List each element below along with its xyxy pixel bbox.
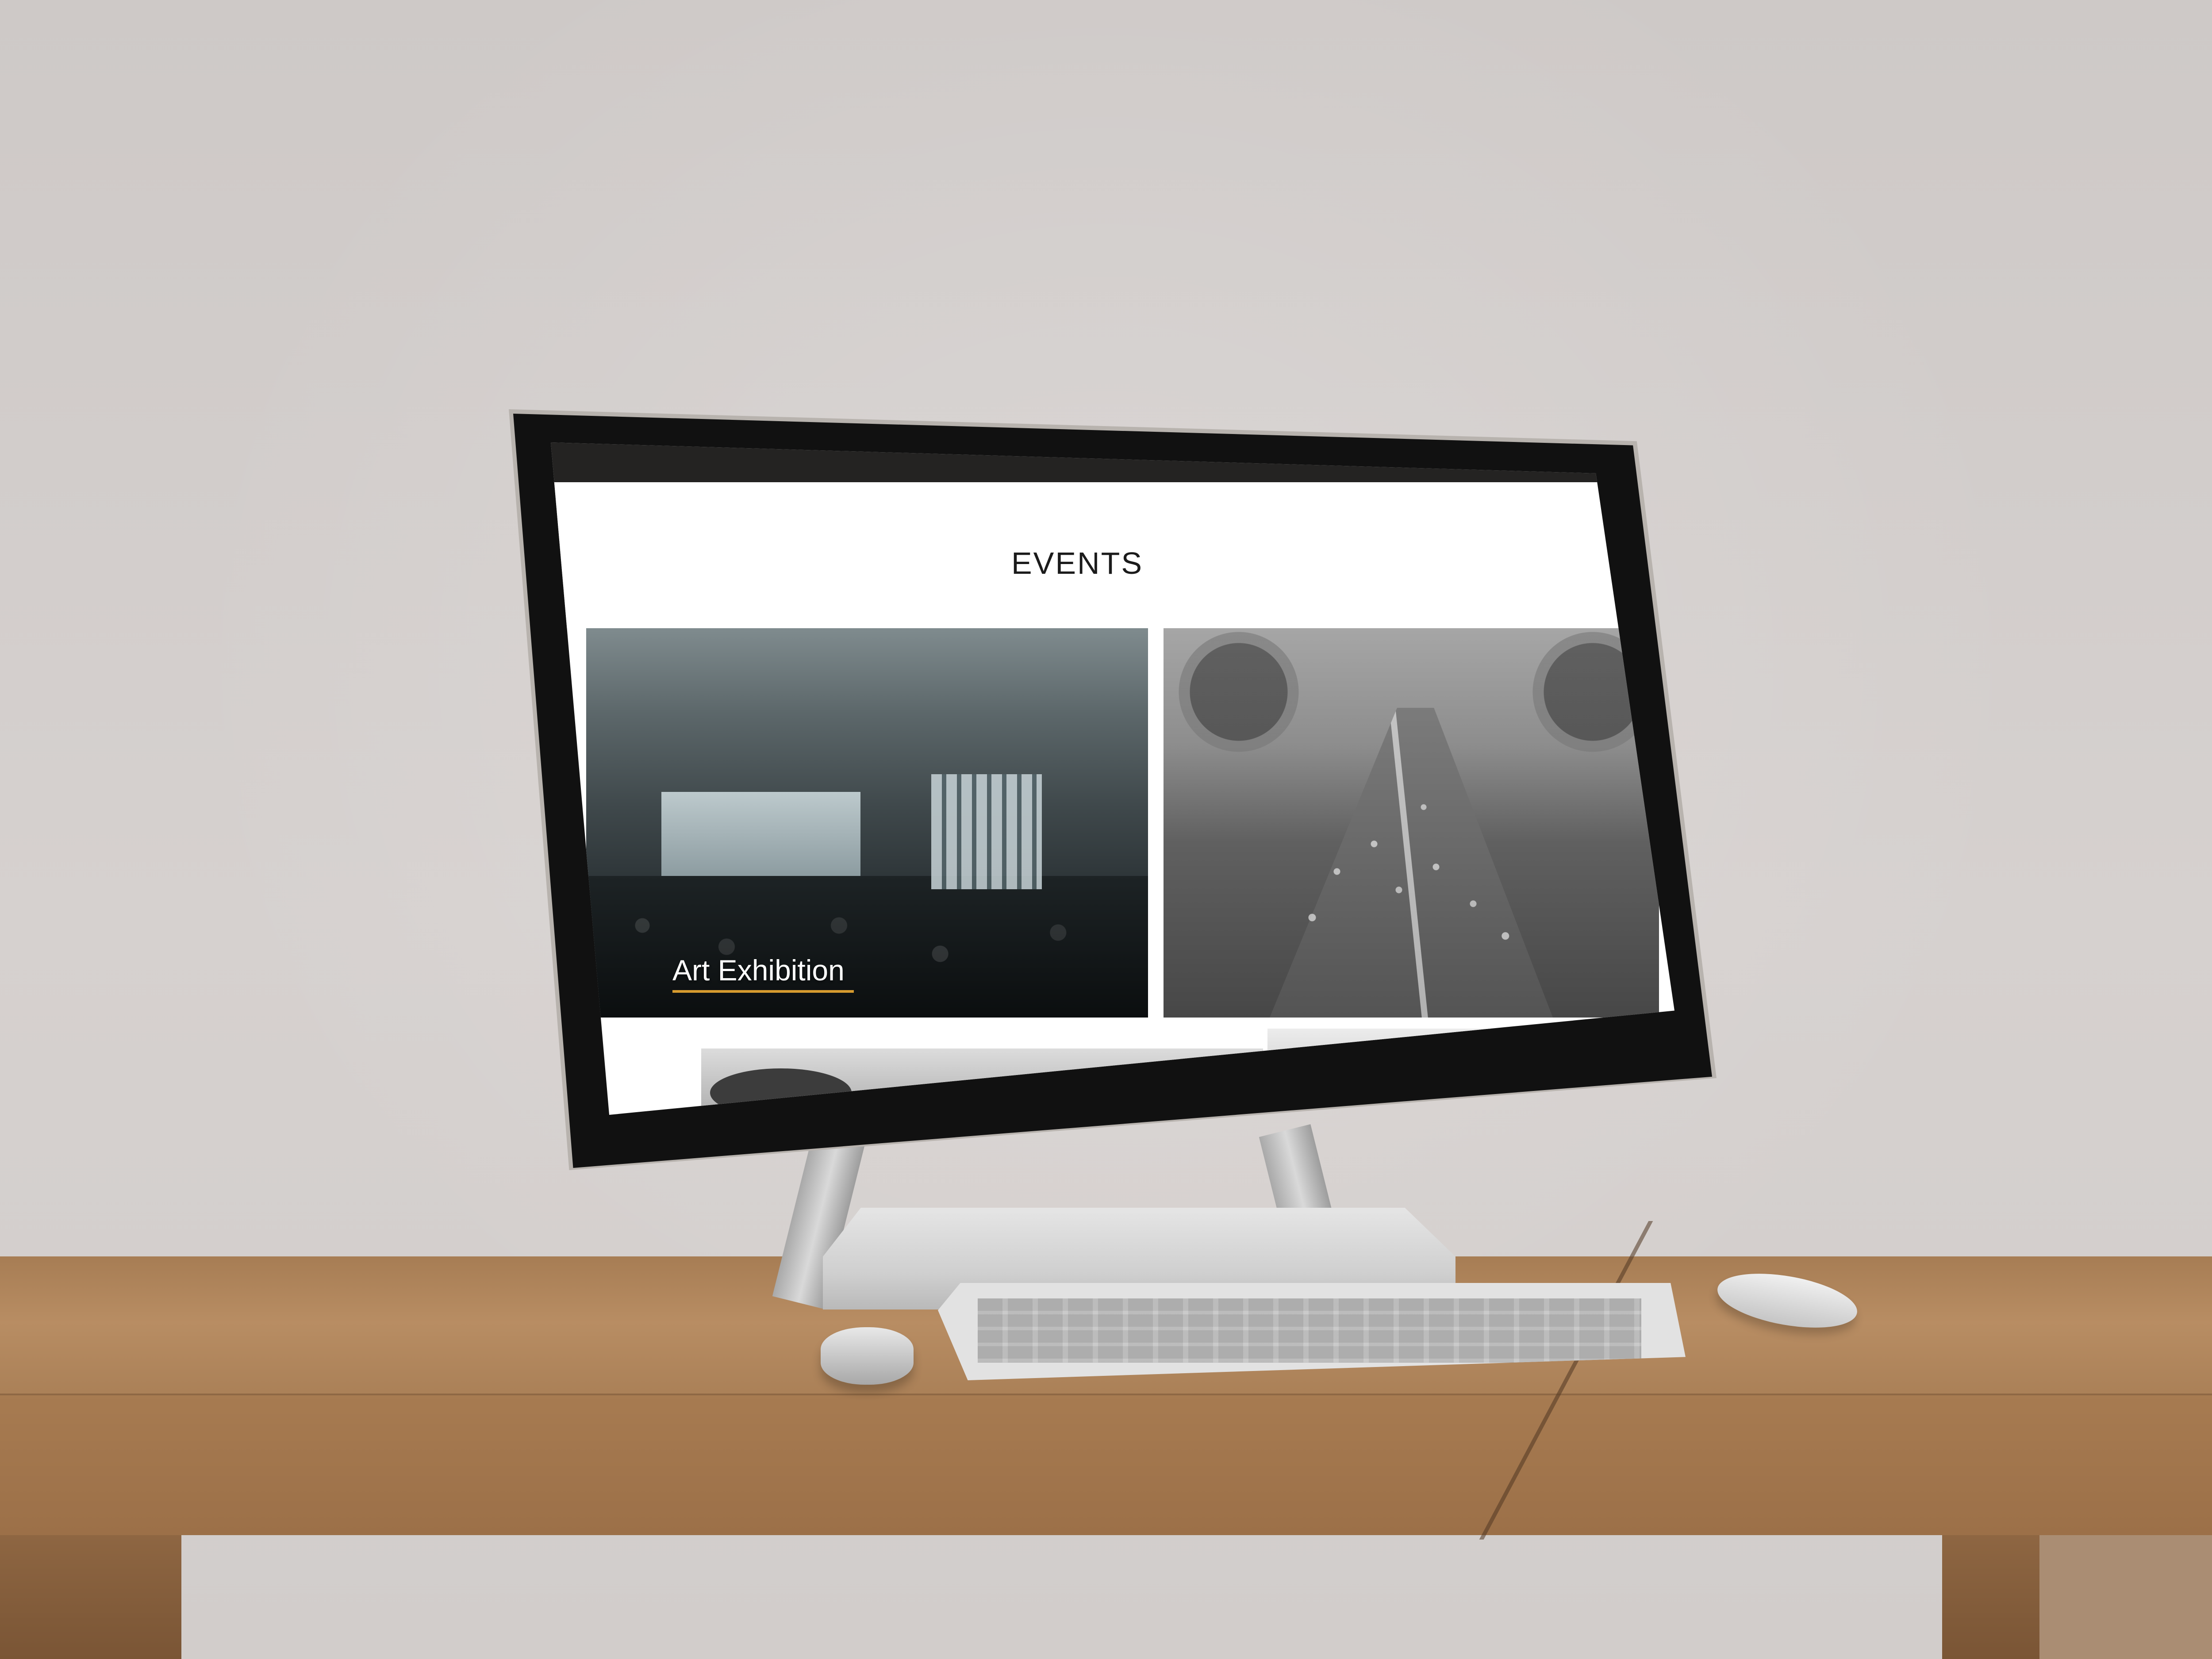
event-card-label: Art Exhibition (672, 954, 845, 987)
event-card-marathon[interactable] (1164, 628, 1659, 1018)
events-header: EVENTS (551, 482, 1674, 628)
desk-leg-right (1942, 1535, 2039, 1659)
desk-front (0, 1394, 2212, 1535)
desk-leg-left (0, 1535, 181, 1659)
event-card-art-exhibition[interactable]: Art Exhibition (586, 628, 1148, 1018)
crowd-photo-area (586, 876, 1148, 1018)
page-title: EVENTS (1011, 545, 1144, 580)
runners (1287, 757, 1535, 987)
surface-dial (821, 1327, 914, 1385)
scene: EVENTS Art Exhibition (0, 0, 2212, 1659)
trees-left (1172, 628, 1305, 787)
screen: EVENTS Art Exhibition (551, 442, 1674, 1115)
event-card-underline (672, 990, 854, 993)
desk-leg-far (2039, 1535, 2212, 1659)
